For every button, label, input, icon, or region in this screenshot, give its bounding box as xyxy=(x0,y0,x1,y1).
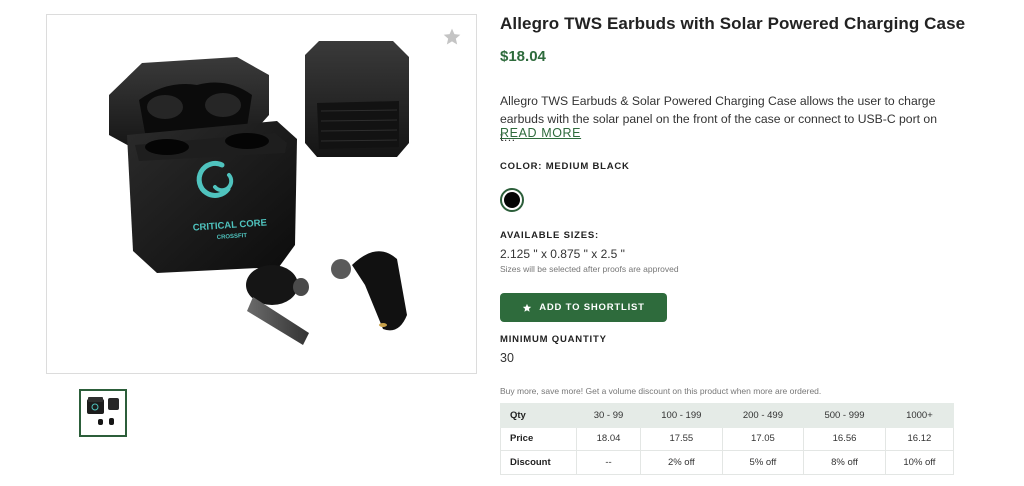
product-image-container: CRITICAL CORE CROSSFIT xyxy=(46,14,477,374)
add-to-shortlist-label: ADD TO SHORTLIST xyxy=(539,302,645,313)
read-more-link[interactable]: READ MORE xyxy=(500,126,581,140)
min-qty-label: MINIMUM QUANTITY xyxy=(500,334,607,345)
volume-discount-note: Buy more, save more! Get a volume discou… xyxy=(500,386,822,396)
table-cell: 10% off xyxy=(884,450,955,475)
min-qty-value: 30 xyxy=(500,351,514,365)
sizes-label: AVAILABLE SIZES: xyxy=(500,230,600,241)
table-cell: 1000+ xyxy=(884,403,955,428)
table-cell: Qty xyxy=(500,403,577,428)
table-row: Qty 30 - 99 100 - 199 200 - 499 500 - 99… xyxy=(500,403,955,428)
table-row: Discount -- 2% off 5% off 8% off 10% off xyxy=(500,450,955,475)
table-cell: 17.05 xyxy=(721,426,805,451)
add-to-shortlist-button[interactable]: ADD TO SHORTLIST xyxy=(500,293,667,322)
table-cell: 500 - 999 xyxy=(803,403,886,428)
table-cell: -- xyxy=(575,450,642,475)
favorite-star-icon[interactable] xyxy=(442,27,462,47)
star-icon xyxy=(523,303,532,312)
table-cell: 30 - 99 xyxy=(575,403,642,428)
table-cell: 16.56 xyxy=(803,426,886,451)
table-cell: 18.04 xyxy=(575,426,642,451)
color-swatch-medium-black[interactable] xyxy=(500,188,524,212)
table-cell: 2% off xyxy=(640,450,723,475)
table-cell: 200 - 499 xyxy=(721,403,805,428)
size-value: 2.125 " x 0.875 " x 2.5 " xyxy=(500,247,625,261)
product-price: $18.04 xyxy=(500,48,546,65)
swatch-fill xyxy=(504,192,520,208)
product-title: Allegro TWS Earbuds with Solar Powered C… xyxy=(500,14,966,33)
table-row: Price 18.04 17.55 17.05 16.56 16.12 xyxy=(500,426,955,451)
product-image: CRITICAL CORE CROSSFIT xyxy=(109,41,409,345)
table-cell: 8% off xyxy=(803,450,886,475)
thumbnail-image xyxy=(87,397,119,425)
color-label: COLOR: MEDIUM BLACK xyxy=(500,161,630,172)
table-cell: 16.12 xyxy=(884,426,955,451)
table-cell: 100 - 199 xyxy=(640,403,723,428)
size-note: Sizes will be selected after proofs are … xyxy=(500,264,679,274)
product-thumbnail[interactable] xyxy=(79,389,127,437)
volume-pricing-table: Qty 30 - 99 100 - 199 200 - 499 500 - 99… xyxy=(500,403,955,475)
table-cell: 5% off xyxy=(721,450,805,475)
table-cell: Price xyxy=(500,426,577,451)
table-cell: Discount xyxy=(500,450,577,475)
table-cell: 17.55 xyxy=(640,426,723,451)
